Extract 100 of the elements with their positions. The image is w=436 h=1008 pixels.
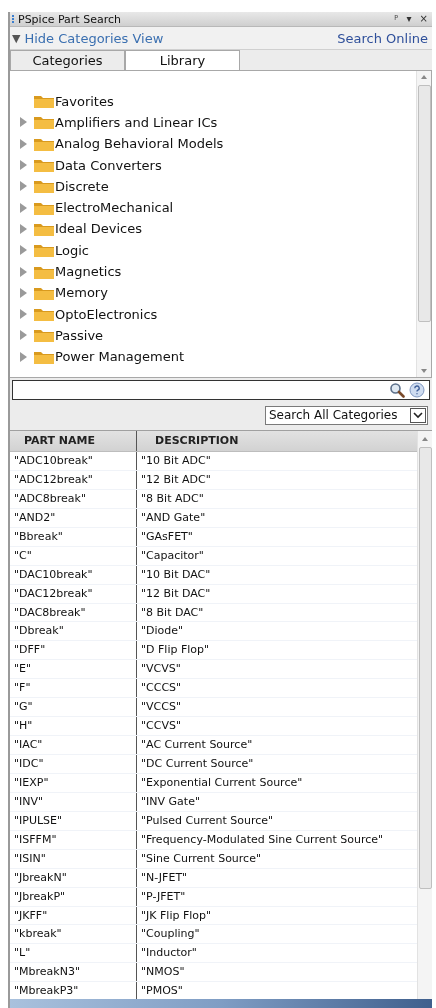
folder-icon	[34, 264, 54, 279]
table-cell: "ISIN"	[10, 849, 137, 868]
search-online-link[interactable]: Search Online	[337, 30, 428, 46]
scrollbar[interactable]	[417, 431, 432, 999]
expand-arrow-icon[interactable]	[20, 287, 27, 298]
expand-arrow-icon[interactable]	[20, 245, 27, 256]
expand-arrow-icon[interactable]	[20, 309, 27, 320]
tree-item[interactable]: Analog Behavioral Models	[55, 136, 224, 152]
scrollbar[interactable]	[416, 71, 431, 377]
tree-item[interactable]: Discrete	[55, 178, 109, 194]
table-cell-text: "CCCS"	[140, 680, 183, 697]
close-button[interactable]: ×	[419, 13, 428, 25]
table-cell-text: "8 Bit DAC"	[140, 604, 205, 621]
table-cell: "kbreak"	[10, 925, 137, 944]
table-cell: "IDC"	[10, 755, 137, 773]
table-cell-text: "D Flip Flop"	[140, 642, 211, 659]
folder-icon	[34, 307, 54, 322]
search-field[interactable]	[12, 380, 430, 400]
tree-item[interactable]: Memory	[55, 285, 108, 301]
table-cell: "H"	[10, 717, 137, 736]
table-cell: "L"	[10, 944, 137, 963]
tree-item[interactable]: Ideal Devices	[55, 221, 143, 237]
search-icon[interactable]	[389, 382, 405, 398]
table-cell-text: "Capacitor"	[140, 547, 205, 564]
table-cell: "Dbreak"	[10, 622, 137, 641]
table-cell-text: "10 Bit DAC"	[140, 566, 212, 583]
table-cell-text: "INV Gate"	[140, 793, 201, 810]
table-cell-text: "Coupling"	[140, 926, 201, 943]
tree-item[interactable]: Data Converters	[55, 157, 162, 173]
expand-arrow-icon[interactable]	[20, 351, 27, 362]
tree-item[interactable]: OptoElectronics	[55, 306, 158, 322]
tree-item[interactable]: ElectroMechanical	[55, 200, 174, 216]
collapse-arrow[interactable]: ▼	[12, 31, 21, 45]
tab[interactable]: Categories	[10, 50, 125, 70]
dropdown-button[interactable]: ▾	[406, 13, 412, 25]
hide-categories-link[interactable]: Hide Categories View	[24, 30, 164, 46]
table-cell: "F"	[10, 679, 137, 698]
expand-arrow-icon[interactable]	[20, 202, 27, 213]
table-cell: "ISFFM"	[10, 830, 137, 849]
table-cell-text: "Inductor"	[140, 945, 198, 962]
tree-item[interactable]: Logic	[55, 242, 89, 258]
grip-icon	[12, 15, 16, 23]
table-cell-text: "Frequency-Modulated Sine Current Source"	[140, 831, 385, 848]
table-cell-text: "Pulsed Current Source"	[140, 812, 275, 829]
expand-arrow-icon[interactable]	[20, 330, 27, 341]
table-cell: "Bbreak"	[10, 527, 137, 546]
table-cell-text: "Exponential Current Source"	[140, 774, 304, 791]
table-cell: "DAC12break"	[10, 584, 137, 603]
folder-icon	[34, 94, 54, 109]
table-cell: "JKFF"	[10, 906, 137, 925]
table-cell: "C"	[10, 546, 137, 565]
table-cell: "DAC8break"	[10, 603, 137, 622]
tree-item[interactable]: Passive	[55, 327, 104, 343]
table-cell: "JbreakN"	[10, 868, 137, 887]
category-dropdown[interactable]: Search All Categories	[265, 405, 428, 425]
expand-arrow-icon[interactable]	[20, 266, 27, 277]
folder-icon	[34, 179, 54, 194]
table-cell-text: "VCVS"	[140, 661, 182, 678]
folder-icon	[34, 158, 54, 173]
table-cell: "ADC8break"	[10, 489, 137, 508]
tree-item[interactable]: Favorites	[55, 93, 114, 109]
table-cell-text: "8 Bit ADC"	[140, 490, 205, 507]
folder-icon	[34, 136, 54, 151]
table-cell: "DAC10break"	[10, 565, 137, 584]
folder-icon	[34, 115, 54, 130]
table-cell: "DFF"	[10, 641, 137, 660]
table-cell-text: "10 Bit ADC"	[140, 453, 212, 469]
tab[interactable]: Library	[125, 50, 240, 70]
column-header[interactable]: PART NAME	[10, 431, 137, 451]
table-cell-text: "JK Flip Flop"	[140, 907, 213, 924]
expand-arrow-icon[interactable]	[20, 223, 27, 234]
table-cell: "AND2"	[10, 508, 137, 527]
table-cell-text: "Diode"	[140, 623, 185, 640]
table-cell-text: "P-JFET"	[140, 888, 187, 905]
pin-button[interactable]: ᵖ	[394, 13, 399, 25]
window-title: PSpice Part Search	[18, 12, 122, 26]
table-cell: "INV"	[10, 792, 137, 811]
tree-item[interactable]: Amplifiers and Linear ICs	[55, 114, 218, 130]
folder-icon	[34, 349, 54, 364]
table-cell-text: "Sine Current Source"	[140, 850, 262, 867]
tree-item[interactable]: Power Management	[55, 349, 185, 365]
help-icon[interactable]	[409, 382, 425, 398]
table-cell: "MbreakN3"	[10, 963, 137, 982]
expand-arrow-icon[interactable]	[20, 117, 27, 128]
expand-arrow-icon[interactable]	[20, 181, 27, 192]
table-cell-text: "CCVS"	[140, 718, 182, 735]
table-cell-text: "AC Current Source"	[140, 737, 254, 754]
table-cell-text: "NMOS"	[140, 964, 186, 981]
table-cell-text: "N-JFET"	[140, 869, 189, 886]
expand-arrow-icon[interactable]	[20, 160, 27, 171]
table-cell: "ADC10break"	[10, 452, 137, 470]
table-cell: "G"	[10, 698, 137, 717]
column-header[interactable]: DESCRIPTION	[137, 431, 417, 451]
folder-icon	[34, 328, 54, 343]
table-cell: "E"	[10, 660, 137, 679]
table-cell: "IPULSE"	[10, 811, 137, 830]
expand-arrow-icon[interactable]	[20, 138, 27, 149]
table-cell-text: "DC Current Source"	[140, 756, 255, 772]
tree-item[interactable]: Magnetics	[55, 264, 122, 279]
folder-icon	[34, 243, 54, 258]
